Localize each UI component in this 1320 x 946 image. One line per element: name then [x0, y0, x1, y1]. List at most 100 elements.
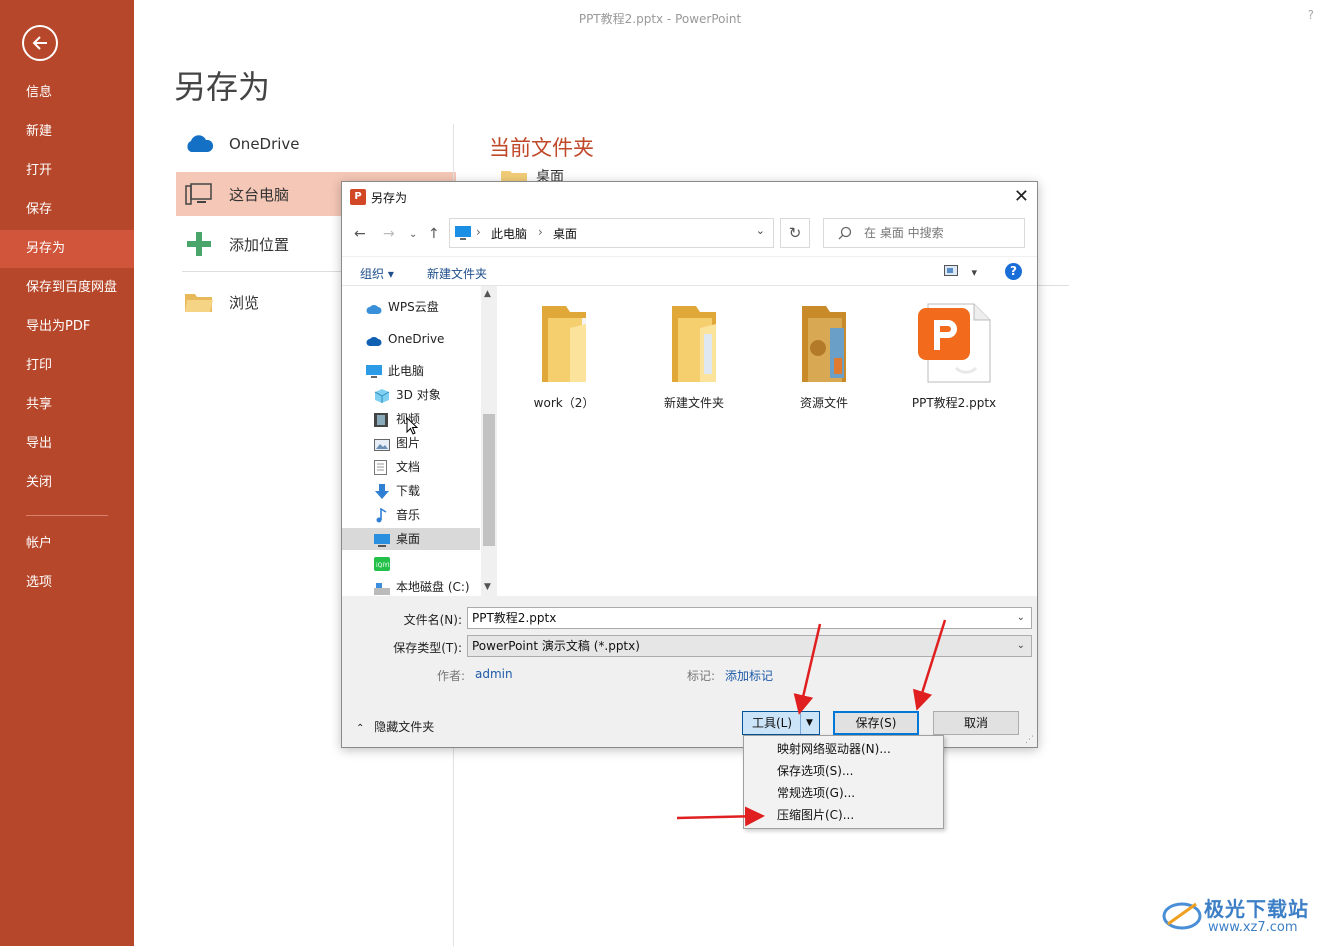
search-input[interactable]: 在 桌面 中搜索 [823, 218, 1025, 248]
sidebar-item-save-as[interactable]: 另存为 [0, 230, 134, 268]
tree-label: 音乐 [396, 508, 421, 522]
search-placeholder: 在 桌面 中搜索 [864, 226, 944, 240]
folder-icon [184, 289, 214, 315]
cancel-button[interactable]: 取消 [933, 711, 1019, 735]
back-button[interactable] [22, 25, 58, 61]
new-folder-button[interactable]: 新建文件夹 [427, 265, 487, 282]
desktop-icon [374, 532, 390, 547]
address-bar[interactable]: › 此电脑 › 桌面 ⌄ [449, 218, 774, 248]
location-label: 这台电脑 [229, 185, 290, 204]
pptx-file-icon [914, 298, 994, 388]
tree-item-3d-objects[interactable]: 3D 对象 [342, 384, 480, 406]
chevron-down-icon[interactable]: ⌄ [756, 224, 765, 237]
current-folder-heading: 当前文件夹 [489, 136, 594, 160]
help-icon[interactable]: ? [1005, 263, 1022, 280]
breadcrumb-desktop[interactable]: 桌面 [553, 225, 577, 242]
sidebar-item-options[interactable]: 选项 [0, 564, 134, 602]
folder-icon [524, 298, 604, 388]
tree-item-this-pc[interactable]: 此电脑 [342, 360, 480, 382]
disk-icon [374, 580, 390, 595]
sidebar-item-print[interactable]: 打印 [0, 347, 134, 385]
close-button[interactable]: ✕ [1014, 186, 1029, 207]
breadcrumb-this-pc[interactable]: 此电脑 [491, 225, 527, 242]
resize-grip-icon[interactable]: ⋰ [1025, 735, 1034, 745]
watermark-logo-icon [1162, 902, 1202, 930]
file-item[interactable]: 新建文件夹 [639, 298, 749, 411]
save-as-dialog: P 另存为 ✕ ← → ⌄ ↑ › 此电脑 › 桌面 ⌄ ↻ 在 桌面 中搜索 … [341, 181, 1038, 748]
tree-item-downloads[interactable]: 下载 [342, 480, 480, 502]
tree-label: 文档 [396, 460, 421, 474]
sidebar-item-export[interactable]: 导出 [0, 425, 134, 463]
add-tags-link[interactable]: 添加标记 [725, 667, 773, 684]
sidebar-item-account[interactable]: 帐户 [0, 525, 134, 563]
view-options-button[interactable]: ▾ [944, 265, 977, 279]
help-button[interactable]: ? [1308, 8, 1314, 22]
video-icon [374, 412, 390, 427]
organize-button[interactable]: 组织 ▾ [360, 265, 394, 282]
wps-cloud-icon [366, 300, 382, 314]
tree-scrollbar[interactable]: ▲ ▼ [481, 286, 497, 596]
tree-item-onedrive[interactable]: OneDrive [342, 328, 480, 350]
author-label: 作者: [437, 669, 466, 683]
arrow-left-icon [32, 36, 47, 50]
chevron-down-icon[interactable]: ⌄ [1017, 636, 1025, 656]
watermark-url: www.xz7.com [1208, 920, 1298, 935]
tree-label: 此电脑 [388, 364, 425, 378]
backstage-sidebar: 信息 新建 打开 保存 另存为 保存到百度网盘 导出为PDF 打印 共享 导出 … [0, 0, 134, 946]
file-name: work（2） [533, 396, 595, 410]
forward-arrow-icon[interactable]: → [383, 226, 395, 242]
location-onedrive[interactable]: OneDrive [176, 122, 456, 166]
mouse-cursor-icon [406, 417, 418, 435]
save-button[interactable]: 保存(S) [833, 711, 919, 735]
tree-label: 桌面 [396, 532, 421, 546]
scroll-up-icon[interactable]: ▲ [484, 289, 491, 299]
pictures-icon [374, 436, 390, 451]
pc-icon [366, 364, 382, 378]
sidebar-item-save[interactable]: 保存 [0, 191, 134, 229]
tools-button[interactable]: 工具(L) ▼ [742, 711, 820, 735]
sidebar-item-share[interactable]: 共享 [0, 386, 134, 424]
menu-item-compress-pictures[interactable]: 压缩图片(C)... [777, 806, 854, 823]
svg-text:iQIYI: iQIYI [376, 562, 390, 569]
file-item[interactable]: 资源文件 [769, 298, 879, 411]
file-item[interactable]: work（2） [509, 298, 619, 411]
menu-item-save-options[interactable]: 保存选项(S)... [777, 762, 853, 779]
caret-down-icon[interactable]: ▼ [806, 712, 813, 734]
tree-item-wps-cloud[interactable]: WPS云盘 [342, 296, 480, 318]
up-arrow-icon[interactable]: ↑ [428, 226, 440, 242]
tree-item-music[interactable]: 音乐 [342, 504, 480, 526]
recent-dropdown-icon[interactable]: ⌄ [409, 229, 417, 240]
sidebar-item-new[interactable]: 新建 [0, 113, 134, 151]
watermark-text: 极光下载站 [1204, 897, 1309, 921]
sidebar-item-save-baidu[interactable]: 保存到百度网盘 [0, 269, 134, 307]
powerpoint-icon: P [350, 189, 366, 205]
tree-item-local-disk[interactable]: 本地磁盘 (C:) [342, 576, 480, 598]
file-item[interactable]: PPT教程2.pptx [899, 298, 1009, 411]
search-icon [838, 226, 852, 240]
scroll-down-icon[interactable]: ▼ [484, 582, 491, 592]
sidebar-item-export-pdf[interactable]: 导出为PDF [0, 308, 134, 346]
menu-item-general-options[interactable]: 常规选项(G)... [777, 784, 855, 801]
cloud-icon [184, 131, 214, 157]
scrollbar-thumb[interactable] [483, 414, 495, 546]
tags-label: 标记: [687, 669, 716, 683]
tree-item-iqiyi[interactable]: iQIYI [342, 552, 480, 574]
sidebar-item-close[interactable]: 关闭 [0, 464, 134, 502]
tree-item-desktop[interactable]: 桌面 [342, 528, 480, 550]
navigation-pane: WPS云盘 OneDrive 此电脑 3D 对象 视频 图片 文档 下载 [342, 286, 497, 596]
tools-menu: 映射网络驱动器(N)... 保存选项(S)... 常规选项(G)... 压缩图片… [743, 735, 944, 829]
author-value[interactable]: admin [475, 667, 513, 681]
menu-item-map-network-drive[interactable]: 映射网络驱动器(N)... [777, 740, 891, 757]
back-arrow-icon[interactable]: ← [354, 226, 366, 242]
tree-item-pictures[interactable]: 图片 [342, 432, 480, 454]
file-type-select[interactable]: PowerPoint 演示文稿 (*.pptx) ⌄ [467, 635, 1032, 657]
chevron-down-icon[interactable]: ⌄ [1017, 608, 1025, 628]
tree-item-documents[interactable]: 文档 [342, 456, 480, 478]
computer-icon [184, 181, 214, 207]
hide-folders-toggle[interactable]: ⌃ 隐藏文件夹 [356, 718, 434, 735]
download-icon [374, 484, 390, 499]
sidebar-item-open[interactable]: 打开 [0, 152, 134, 190]
refresh-button[interactable]: ↻ [780, 218, 810, 248]
filename-input[interactable]: PPT教程2.pptx ⌄ [467, 607, 1032, 629]
sidebar-item-info[interactable]: 信息 [0, 74, 134, 112]
